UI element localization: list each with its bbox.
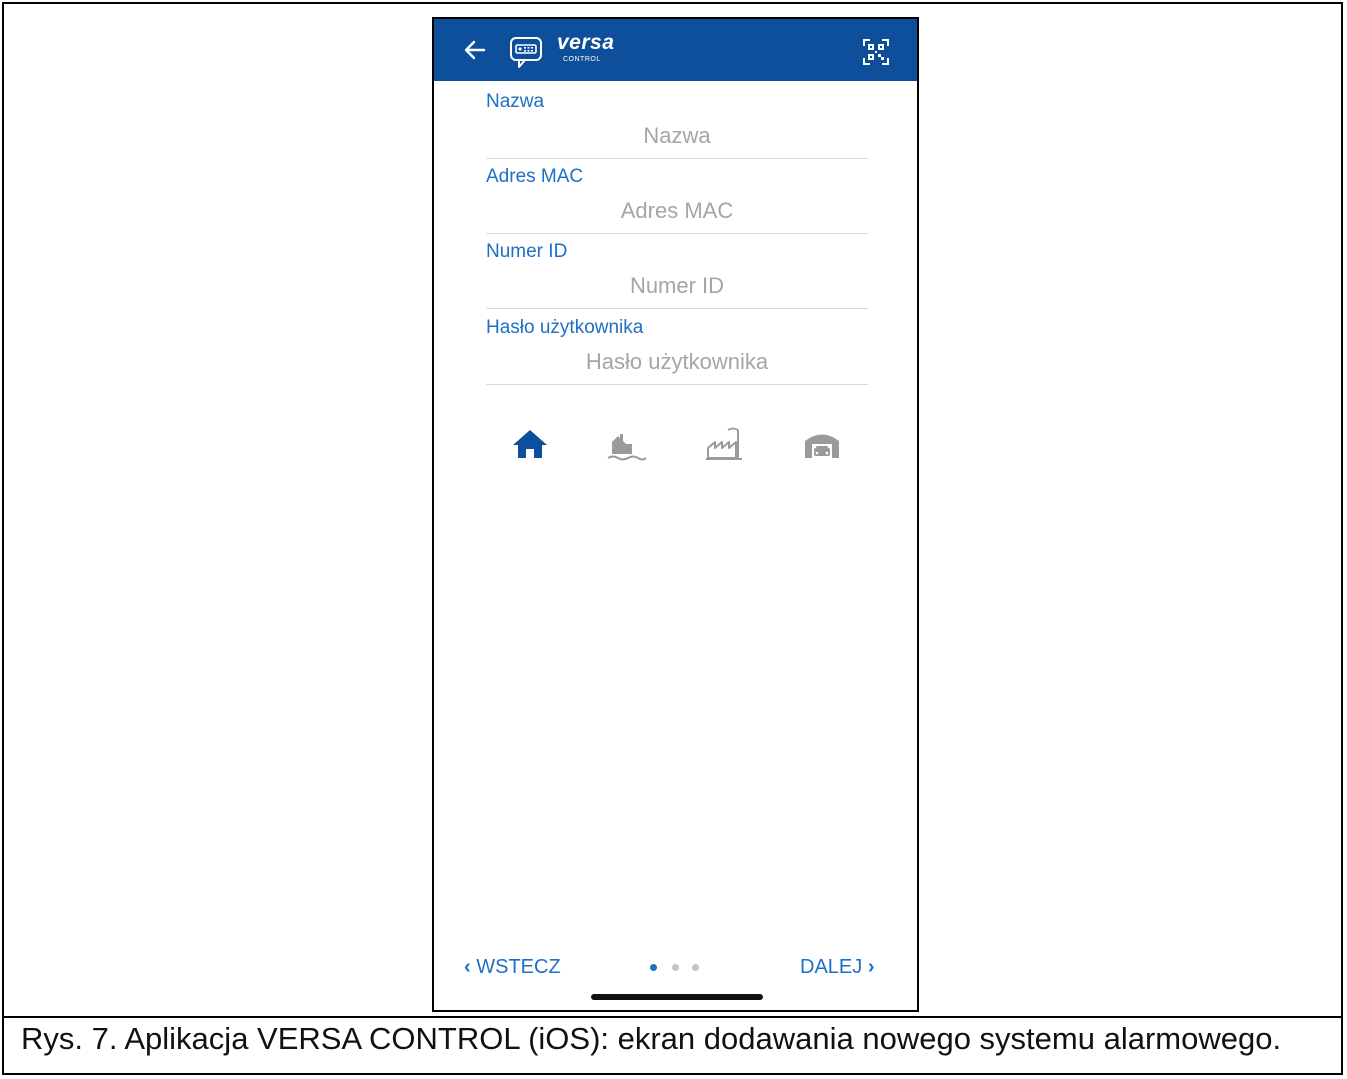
mac-address-field-divider — [486, 233, 868, 234]
home-indicator — [591, 994, 763, 1000]
user-password-field-label: Hasło użytkownika — [486, 317, 644, 338]
user-password-field-divider — [486, 384, 868, 385]
back-button[interactable]: ‹ WSTECZ — [464, 956, 561, 979]
name-field-divider — [486, 158, 868, 159]
logo-subtitle: CONTROL — [563, 56, 601, 63]
page-indicator-dot-1 — [650, 964, 657, 971]
phone-screen: versa CONTROL Nazwa Adres MAC Numer ID — [432, 17, 919, 1012]
mac-address-field-label: Adres MAC — [486, 166, 584, 187]
id-number-field-divider — [486, 308, 868, 309]
chevron-right-icon: › — [867, 956, 875, 978]
figure-caption: Rys. 7. Aplikacja VERSA CONTROL (iOS): e… — [21, 1021, 1282, 1056]
logo-wordmark: versa — [557, 31, 615, 54]
chevron-left-icon: ‹ — [464, 956, 471, 978]
page-indicator-dot-3 — [692, 964, 699, 971]
id-number-input[interactable] — [486, 269, 868, 303]
mac-address-input[interactable] — [486, 194, 868, 228]
garage-icon[interactable] — [802, 424, 842, 464]
user-password-input[interactable] — [486, 345, 868, 379]
page-indicator-dot-2 — [672, 964, 679, 971]
versa-control-logo: versa CONTROL — [509, 31, 629, 72]
back-arrow-icon[interactable] — [462, 37, 488, 63]
name-field-label: Nazwa — [486, 91, 545, 112]
caption-divider — [2, 1016, 1343, 1018]
id-number-field-label: Numer ID — [486, 241, 568, 262]
keypad-logo-icon — [510, 37, 542, 68]
factory-icon[interactable] — [704, 424, 744, 464]
next-button-label: DALEJ — [800, 956, 863, 978]
name-input[interactable] — [486, 119, 868, 153]
qr-code-scan-icon[interactable] — [862, 38, 890, 66]
house-icon[interactable] — [510, 424, 550, 464]
next-button[interactable]: DALEJ › — [800, 956, 874, 979]
back-button-label: WSTECZ — [476, 956, 561, 978]
app-bar: versa CONTROL — [434, 19, 917, 81]
waterfront-house-icon[interactable] — [606, 424, 646, 464]
